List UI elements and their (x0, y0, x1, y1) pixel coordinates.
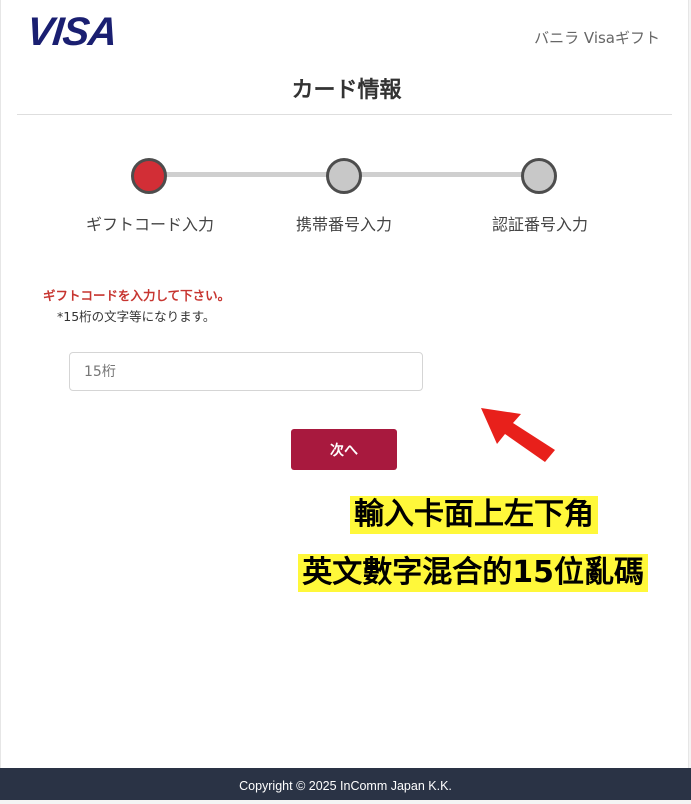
step-1-label: ギフトコード入力 (85, 215, 214, 234)
step-3-label: 認証番号入力 (491, 215, 588, 234)
annotation-line-1: 輸入卡面上左下角 (350, 496, 598, 534)
input-instruction: ギフトコードを入力して下さい。 (43, 288, 231, 303)
step-2-label: 携帯番号入力 (295, 215, 392, 234)
step-2-indicator (326, 158, 362, 194)
brand-name: バニラ Visaギフト (534, 29, 660, 47)
arrow-icon (481, 408, 555, 462)
footer-copyright: Copyright © 2025 InComm Japan K.K. (0, 768, 691, 800)
header-divider (17, 114, 672, 115)
step-1-indicator (131, 158, 167, 194)
gift-code-input[interactable] (69, 352, 423, 391)
annotation-line-2: 英文數字混合的15位亂碼 (298, 554, 648, 592)
next-button[interactable]: 次へ (291, 429, 397, 470)
page-title: カード情報 (291, 78, 402, 103)
page-container: VISA バニラ Visaギフト カード情報 ギフトコード入力 携帯番号入力 認… (0, 0, 689, 768)
input-note: *15桁の文字等になります。 (57, 309, 216, 324)
step-3-indicator (521, 158, 557, 194)
visa-logo[interactable]: VISA (25, 10, 119, 55)
